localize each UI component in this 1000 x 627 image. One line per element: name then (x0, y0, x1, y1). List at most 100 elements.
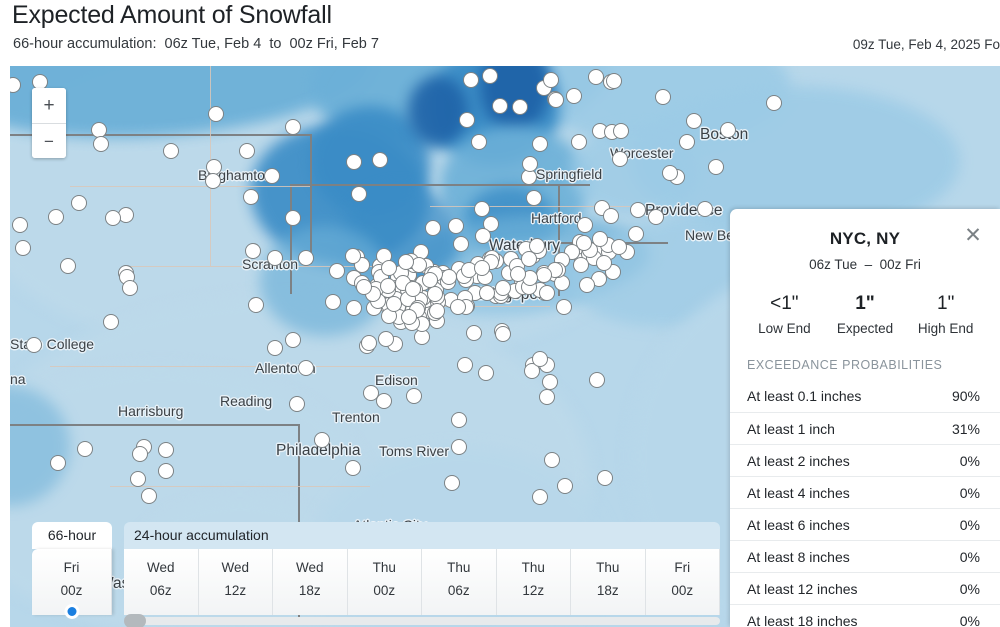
station-marker[interactable] (344, 460, 361, 477)
station-marker[interactable] (266, 339, 283, 356)
station-marker[interactable] (298, 359, 315, 376)
exceedance-row: At least 6 inches 0% (730, 508, 1000, 540)
station-marker[interactable] (541, 373, 558, 390)
timeline-step[interactable]: Thu 06z (422, 549, 497, 615)
station-marker[interactable] (424, 220, 441, 237)
station-marker[interactable] (481, 67, 498, 84)
station-marker[interactable] (427, 285, 443, 302)
timeline-steps[interactable]: Fri 00z Wed 06z Wed 12z Wed 18z Thu 00z Thu 06z Thu 1… (32, 549, 720, 619)
station-marker[interactable] (531, 350, 548, 367)
timeline-step[interactable]: Wed 06z (124, 549, 199, 615)
station-marker[interactable] (47, 208, 64, 225)
station-marker[interactable] (121, 279, 138, 296)
station-marker[interactable] (355, 279, 372, 296)
station-marker[interactable] (284, 209, 301, 226)
station-marker[interactable] (473, 259, 490, 276)
timeline-scrollbar[interactable] (124, 614, 720, 627)
station-marker[interactable] (463, 71, 480, 88)
station-marker[interactable] (92, 135, 109, 152)
station-marker[interactable] (130, 470, 147, 487)
timeline-step[interactable]: Wed 12z (198, 549, 273, 615)
station-marker[interactable] (103, 313, 120, 330)
station-marker[interactable] (661, 165, 678, 182)
station-marker[interactable] (440, 269, 457, 286)
timeline-step-hour: 06z (447, 583, 470, 598)
tab-24-hour-accumulation[interactable]: 24-hour accumulation (124, 522, 720, 549)
station-marker[interactable] (535, 267, 552, 284)
station-marker[interactable] (611, 238, 628, 255)
close-icon[interactable]: ✕ (958, 221, 988, 251)
station-marker[interactable] (452, 235, 469, 252)
station-marker[interactable] (466, 324, 483, 341)
station-marker[interactable] (588, 372, 605, 389)
station-marker[interactable] (474, 228, 491, 245)
station-marker[interactable] (570, 133, 587, 150)
station-marker[interactable] (443, 474, 460, 491)
station-marker[interactable] (531, 135, 548, 152)
station-marker[interactable] (522, 155, 539, 172)
station-marker[interactable] (494, 279, 511, 296)
exceedance-probability-value: 0% (959, 548, 980, 565)
station-marker[interactable] (157, 442, 174, 459)
station-marker[interactable] (264, 167, 281, 184)
station-marker[interactable] (696, 200, 713, 217)
station-marker[interactable] (405, 387, 422, 404)
station-marker[interactable] (595, 254, 612, 271)
timeline-step-selected[interactable]: Fri 00z (32, 549, 112, 619)
station-marker[interactable] (131, 445, 148, 462)
station-marker[interactable] (565, 87, 582, 104)
station-marker[interactable] (328, 262, 345, 279)
zoom-in-button[interactable]: + (32, 88, 66, 123)
station-marker[interactable] (297, 249, 314, 266)
station-marker[interactable] (655, 88, 672, 105)
tab-66-hour[interactable]: 66-hour (32, 522, 112, 549)
station-marker[interactable] (495, 325, 512, 342)
exceedance-threshold-label: At least 4 inches (747, 484, 850, 501)
forecast-issued-time: 09z Tue, Feb 4, 2025 Fo (852, 37, 1000, 52)
timeline-control[interactable]: 66-hour 24-hour accumulation Fri 00z Wed 06… (32, 522, 720, 627)
timeline-step[interactable]: Thu 00z (347, 549, 422, 615)
station-marker[interactable] (242, 189, 259, 206)
timeline-step[interactable]: Fri 00z (645, 549, 720, 615)
zoom-out-button[interactable]: − (32, 123, 66, 158)
station-marker[interactable] (375, 392, 392, 409)
station-marker[interactable] (158, 462, 175, 479)
station-marker[interactable] (578, 276, 595, 293)
station-marker[interactable] (470, 134, 487, 151)
station-marker[interactable] (492, 97, 509, 114)
station-marker[interactable] (371, 152, 388, 169)
station-marker[interactable] (591, 231, 608, 248)
station-marker[interactable] (459, 111, 476, 128)
station-marker[interactable] (244, 242, 261, 259)
station-marker[interactable] (377, 331, 394, 348)
state-border (10, 424, 300, 426)
station-marker[interactable] (612, 122, 629, 139)
timeline-step[interactable]: Thu 12z (496, 549, 571, 615)
station-marker[interactable] (531, 488, 548, 505)
timeline-scrollbar-thumb[interactable] (124, 614, 146, 627)
station-marker[interactable] (70, 194, 87, 211)
station-marker[interactable] (313, 432, 330, 449)
station-marker[interactable] (238, 143, 255, 160)
station-marker[interactable] (629, 201, 646, 218)
timeline-step[interactable]: Wed 18z (273, 549, 348, 615)
station-marker[interactable] (520, 250, 537, 267)
station-marker[interactable] (627, 225, 644, 242)
station-marker[interactable] (404, 280, 421, 297)
station-marker[interactable] (104, 210, 121, 227)
station-marker[interactable] (15, 239, 32, 256)
station-marker[interactable] (450, 298, 467, 315)
station-marker[interactable] (346, 153, 363, 170)
station-marker[interactable] (379, 277, 396, 294)
station-marker[interactable] (450, 411, 467, 428)
station-marker[interactable] (678, 134, 695, 151)
station-marker[interactable] (267, 249, 284, 266)
map-zoom-controls[interactable]: + − (32, 88, 66, 158)
timeline-step[interactable]: Thu 18z (571, 549, 646, 615)
station-marker[interactable] (575, 234, 592, 251)
station-marker[interactable] (538, 388, 555, 405)
station-marker[interactable] (543, 71, 560, 88)
station-marker[interactable] (285, 331, 302, 348)
station-marker[interactable] (380, 259, 397, 276)
station-marker[interactable] (474, 200, 491, 217)
